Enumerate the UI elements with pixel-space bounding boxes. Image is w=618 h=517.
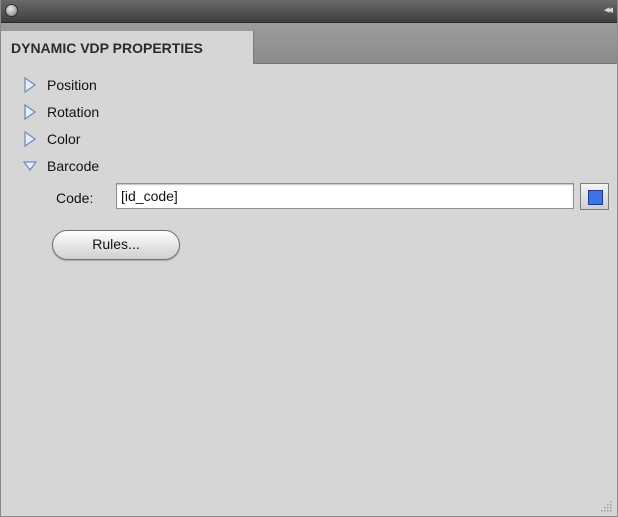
resize-grip-icon[interactable] [601, 500, 613, 512]
tab-strip: DYNAMIC VDP PROPERTIES [1, 23, 617, 64]
section-label-color: Color [47, 131, 81, 147]
disclosure-collapsed-icon[interactable] [23, 76, 37, 94]
code-options-button[interactable] [580, 183, 609, 210]
code-input[interactable] [116, 183, 574, 209]
vdp-properties-panel: ◂◂ DYNAMIC VDP PROPERTIES Position Rotat… [0, 0, 618, 517]
section-label-position: Position [47, 77, 97, 93]
disclosure-collapsed-icon[interactable] [23, 130, 37, 148]
double-chevron-collapse-icon[interactable]: ◂◂ [604, 3, 613, 17]
rules-button[interactable]: Rules... [52, 230, 180, 260]
section-rotation[interactable]: Rotation [23, 100, 99, 124]
code-label: Code: [56, 190, 94, 206]
section-label-rotation: Rotation [47, 104, 100, 120]
tab-label: DYNAMIC VDP PROPERTIES [11, 40, 203, 56]
panel-titlebar: ◂◂ [1, 0, 617, 23]
close-icon[interactable] [6, 5, 17, 16]
section-barcode[interactable]: Barcode [23, 154, 99, 178]
section-label-barcode: Barcode [47, 158, 100, 174]
section-color[interactable]: Color [23, 127, 80, 151]
disclosure-expanded-icon[interactable] [23, 157, 37, 175]
tab-dynamic-vdp-properties[interactable]: DYNAMIC VDP PROPERTIES [1, 31, 254, 64]
disclosure-collapsed-icon[interactable] [23, 103, 37, 121]
section-position[interactable]: Position [23, 73, 97, 97]
code-row: Code: [56, 183, 118, 213]
color-swatch-icon [588, 190, 603, 205]
panel-content: Position Rotation Color Barcode Code: [i… [1, 64, 617, 516]
